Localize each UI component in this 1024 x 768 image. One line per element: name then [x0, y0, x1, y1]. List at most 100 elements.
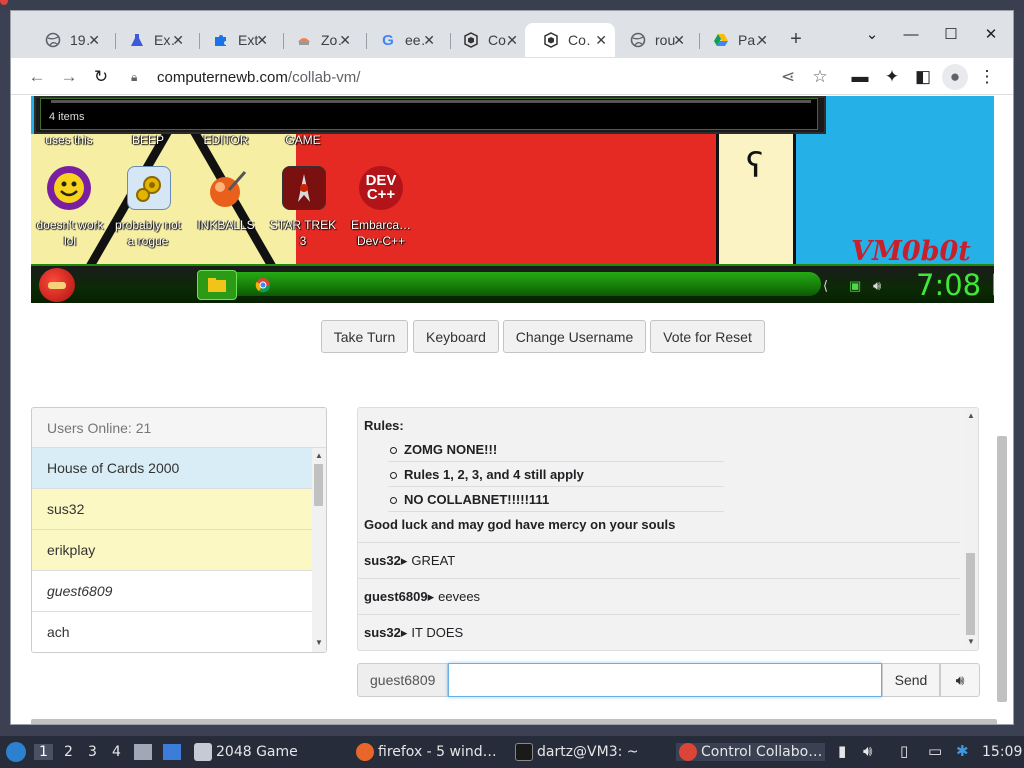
chat-input[interactable] [448, 663, 882, 697]
window-indicator-dot [0, 0, 8, 5]
scroll-up-icon[interactable]: ▲ [967, 411, 975, 420]
vm-chrome-task-icon[interactable] [243, 270, 283, 300]
tab-close-icon[interactable]: ✕ [595, 32, 607, 49]
workspace-4[interactable]: 4 [112, 744, 121, 760]
share-icon[interactable]: ⋖ [775, 64, 801, 90]
page-scrollbar-vertical[interactable] [997, 436, 1007, 702]
tray-storage-icon[interactable]: ▮ [838, 742, 846, 760]
scrollbar-thumb[interactable] [966, 553, 975, 635]
user-list-item[interactable]: guest6809 [32, 571, 312, 612]
file-manager-icon[interactable] [134, 744, 152, 760]
keyboard-button[interactable]: Keyboard [413, 320, 499, 353]
tab-close-icon[interactable]: ✕ [339, 32, 351, 49]
show-desktop-icon[interactable] [163, 744, 181, 760]
tab-close-icon[interactable]: ✕ [172, 32, 184, 49]
task-terminal[interactable]: dartz@VM3: ~ [515, 743, 639, 761]
vm-screen[interactable]: ʕ VM0b0t 4 items uses this BEEP EDITOR G… [31, 96, 994, 303]
chat-panel[interactable]: Rules: ZOMG NONE!!! Rules 1, 2, 3, and 4… [357, 407, 979, 651]
take-turn-button[interactable]: Take Turn [321, 320, 408, 353]
user-list-item[interactable]: ach [32, 612, 312, 652]
workspace-1[interactable]: 1 [34, 744, 53, 760]
tab-7-active[interactable]: Co… ✕ [525, 23, 615, 57]
chat-message: sus32▸ IT DOES [358, 614, 960, 650]
vm-start-button-icon[interactable] [39, 268, 75, 302]
tab-close-icon[interactable]: ✕ [756, 32, 768, 49]
profile-avatar-icon[interactable]: ● [942, 64, 968, 90]
tab-search-chevron-icon[interactable]: ⌄ [862, 25, 882, 45]
user-list-item[interactable]: erikplay [32, 530, 312, 571]
firefox-icon [356, 743, 374, 761]
chat-text: IT DOES [411, 625, 464, 640]
bookmark-star-icon[interactable]: ☆ [807, 64, 833, 90]
user-list-item[interactable]: sus32 [32, 489, 312, 530]
vm-tray-arrow-icon[interactable]: ⟨ [823, 278, 828, 294]
tab-8[interactable]: rou…✕ [612, 23, 693, 57]
terminal-icon [515, 743, 533, 761]
minimize-icon[interactable]: — [901, 25, 921, 45]
tab-9[interactable]: Pa…✕ [695, 23, 776, 57]
vm-explorer-task-icon[interactable] [197, 270, 237, 300]
browser-window: 19…✕ Ex…✕ Ext…✕ Zo…✕ Gee…✕ Co…✕ Co…✕ rou… [10, 10, 1014, 725]
chat-scrollbar[interactable]: ▲ ▼ [964, 408, 978, 650]
vm-icon [463, 32, 479, 48]
tab-4[interactable]: Zo…✕ [278, 23, 359, 57]
back-icon[interactable]: ← [24, 64, 50, 90]
extensions-icon[interactable]: ✦ [879, 64, 905, 90]
send-button[interactable]: Send [882, 663, 940, 697]
dev-icon-text: C++ [366, 186, 396, 203]
scroll-down-icon[interactable]: ▼ [315, 638, 323, 647]
maximize-icon[interactable]: ☐ [941, 25, 961, 45]
scroll-up-icon[interactable]: ▲ [315, 451, 323, 460]
tab-close-icon[interactable]: ✕ [256, 32, 268, 49]
task-chrome[interactable]: Control Collabo… [676, 743, 826, 761]
change-username-button[interactable]: Change Username [503, 320, 646, 353]
menu-kebab-icon[interactable]: ⋮ [974, 64, 1000, 90]
desktop-icon-label: INKBALLS [191, 217, 261, 233]
side-panel-icon[interactable]: ◧ [910, 64, 936, 90]
inkball-icon[interactable] [205, 168, 249, 212]
users-scrollbar[interactable]: ▲ ▼ [312, 448, 326, 652]
vm-volume-icon[interactable]: 🔊︎ [873, 278, 881, 294]
vote-reset-button[interactable]: Vote for Reset [650, 320, 765, 353]
dev-cpp-icon[interactable]: DEV C++ [359, 166, 403, 210]
tray-display-icon[interactable]: ▭ [928, 742, 942, 760]
tab-5[interactable]: Gee…✕ [362, 23, 443, 57]
settings-gears-icon[interactable] [127, 166, 171, 210]
new-tab-button[interactable]: + [784, 28, 808, 52]
tab-close-icon[interactable]: ✕ [88, 32, 100, 49]
task-2048-game[interactable]: 2048 Game [194, 743, 298, 761]
tray-volume-icon[interactable]: 🔊︎ [863, 742, 872, 760]
tray-bluetooth-icon[interactable]: ✱ [956, 742, 969, 760]
close-window-icon[interactable]: ✕ [981, 25, 1001, 45]
speaker-icon[interactable]: 🔊︎ [940, 663, 980, 697]
page-scrollbar-horizontal[interactable] [31, 719, 997, 724]
task-label: dartz@VM3: ~ [537, 744, 639, 760]
chat-nickname: guest6809 [357, 663, 448, 697]
tab-2[interactable]: Ex…✕ [111, 23, 192, 57]
tab-close-icon[interactable]: ✕ [423, 32, 435, 49]
scroll-down-icon[interactable]: ▼ [967, 637, 975, 646]
tab-3[interactable]: Ext…✕ [195, 23, 276, 57]
yahoo-messenger-icon[interactable] [47, 166, 91, 210]
forward-icon[interactable]: → [56, 64, 82, 90]
user-list-item[interactable]: House of Cards 2000 [32, 448, 312, 489]
scrollbar-thumb[interactable] [314, 464, 323, 506]
tab-1[interactable]: 19…✕ [27, 23, 108, 57]
tab-close-icon[interactable]: ✕ [506, 32, 518, 49]
star-trek-icon[interactable] [282, 166, 326, 210]
tray-clipboard-icon[interactable]: ▯ [900, 742, 908, 760]
os-menu-icon[interactable] [6, 742, 26, 762]
reload-icon[interactable]: ↻ [88, 64, 114, 90]
tab-search-icon[interactable]: ▬ [847, 64, 873, 90]
task-label: firefox - 5 wind… [378, 744, 497, 760]
tab-close-icon[interactable]: ✕ [673, 32, 685, 49]
vm-explorer-window[interactable]: 4 items [34, 96, 826, 134]
address-bar[interactable]: 🔒︎ computernewb.com/collab-vm/ [131, 62, 831, 92]
vm-network-icon[interactable]: ▣ [849, 278, 861, 294]
tab-6[interactable]: Co…✕ [445, 23, 526, 57]
task-firefox[interactable]: firefox - 5 wind… [356, 743, 497, 761]
user-list[interactable]: House of Cards 2000 sus32 erikplay guest680… [32, 448, 312, 652]
workspace-2[interactable]: 2 [64, 744, 73, 760]
icon-label-line: Embarca… [350, 218, 412, 232]
workspace-3[interactable]: 3 [88, 744, 97, 760]
